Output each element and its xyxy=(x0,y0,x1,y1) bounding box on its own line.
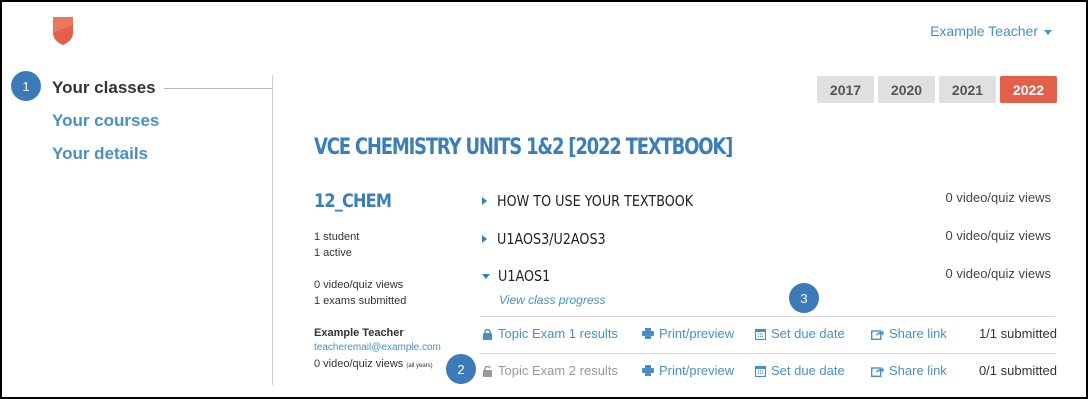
topic-views: 0 video/quiz views xyxy=(945,190,1052,205)
unlock-icon xyxy=(483,365,492,377)
class-name[interactable]: 12_CHEM xyxy=(314,190,392,212)
exam-results-link[interactable]: Topic Exam 2 results xyxy=(482,363,618,378)
calendar-icon xyxy=(755,365,766,377)
share-link-button[interactable]: Share link xyxy=(871,326,947,341)
topic-label: HOW TO USE YOUR TEXTBOOK xyxy=(497,192,694,210)
divider xyxy=(480,353,1055,354)
sidebar-divider xyxy=(272,75,273,385)
submission-count: 0/1 submitted xyxy=(978,363,1057,378)
share-link-label: Share link xyxy=(889,363,947,378)
collapse-arrow-icon xyxy=(482,273,490,279)
set-due-date-label: Set due date xyxy=(771,326,845,341)
expand-arrow-icon xyxy=(482,197,487,205)
tab-year-2022[interactable]: 2022 xyxy=(1000,76,1057,103)
exams-submitted: 1 exams submitted xyxy=(314,295,407,307)
set-due-date-button[interactable]: Set due date xyxy=(755,363,845,378)
annotation-badge-3: 3 xyxy=(789,283,819,313)
exam-results-label: Topic Exam 1 results xyxy=(498,326,618,341)
set-due-date-button[interactable]: Set due date xyxy=(755,326,845,341)
annotation-badge-1: 1 xyxy=(11,71,41,101)
share-icon xyxy=(871,366,884,377)
topic-views: 0 video/quiz views xyxy=(945,266,1052,281)
exam-row: Topic Exam 1 results Print/preview Set d… xyxy=(482,326,1057,346)
topic-label: U1AOS3/U2AOS3 xyxy=(497,230,606,248)
print-preview-label: Print/preview xyxy=(659,363,735,378)
topic-row-expanded[interactable]: U1AOS1 xyxy=(482,267,559,285)
topic-row[interactable]: U1AOS3/U2AOS3 xyxy=(482,230,625,248)
tab-year-2020[interactable]: 2020 xyxy=(878,76,935,103)
user-menu-label: Example Teacher xyxy=(930,23,1038,39)
active-count: 1 active xyxy=(314,247,352,259)
teacher-views: 0 video/quiz views (all years) xyxy=(314,358,433,370)
divider xyxy=(480,316,1055,317)
course-title: VCE CHEMISTRY UNITS 1&2 [2022 TEXTBOOK] xyxy=(314,135,733,160)
tab-year-2017[interactable]: 2017 xyxy=(817,76,874,103)
lock-icon xyxy=(483,328,492,340)
share-link-button[interactable]: Share link xyxy=(871,363,947,378)
calendar-icon xyxy=(755,328,766,340)
share-icon xyxy=(871,329,884,340)
annotation-badge-2: 2 xyxy=(446,354,476,384)
user-menu[interactable]: Example Teacher xyxy=(930,23,1052,39)
sidebar-item-your-details[interactable]: Your details xyxy=(52,144,148,164)
print-preview-button[interactable]: Print/preview xyxy=(642,326,734,341)
exam-results-link[interactable]: Topic Exam 1 results xyxy=(482,326,618,341)
printer-icon xyxy=(642,365,654,376)
topic-label: U1AOS1 xyxy=(498,267,551,285)
sidebar-item-your-classes[interactable]: Your classes xyxy=(52,78,156,98)
printer-icon xyxy=(642,328,654,339)
share-link-label: Share link xyxy=(889,326,947,341)
expand-arrow-icon xyxy=(482,235,487,243)
exam-results-label: Topic Exam 2 results xyxy=(498,363,618,378)
teacher-name: Example Teacher xyxy=(314,327,404,339)
teacher-views-note: (all years) xyxy=(406,363,433,369)
topic-views: 0 video/quiz views xyxy=(945,228,1052,243)
tab-year-2021[interactable]: 2021 xyxy=(939,76,996,103)
logo-shield-icon[interactable] xyxy=(52,16,74,46)
set-due-date-label: Set due date xyxy=(771,363,845,378)
class-views: 0 video/quiz views xyxy=(314,279,404,291)
teacher-views-value: 0 video/quiz views xyxy=(314,358,404,370)
student-count: 1 student xyxy=(314,231,360,243)
teacher-email-link[interactable]: teacheremail@example.com xyxy=(314,342,441,353)
app-frame: Example Teacher Your classes Your course… xyxy=(0,0,1088,399)
year-tabs: 2017 2020 2021 2022 xyxy=(817,76,1057,103)
sidebar-item-your-courses[interactable]: Your courses xyxy=(52,111,159,131)
exam-row: Topic Exam 2 results Print/preview Set d… xyxy=(482,363,1057,383)
submission-count: 1/1 submitted xyxy=(978,326,1057,341)
chevron-down-icon xyxy=(1044,29,1052,35)
print-preview-button[interactable]: Print/preview xyxy=(642,363,734,378)
view-class-progress-link[interactable]: View class progress xyxy=(499,293,606,307)
active-nav-indicator xyxy=(164,88,272,89)
topic-row[interactable]: HOW TO USE YOUR TEXTBOOK xyxy=(482,192,728,210)
print-preview-label: Print/preview xyxy=(659,326,735,341)
